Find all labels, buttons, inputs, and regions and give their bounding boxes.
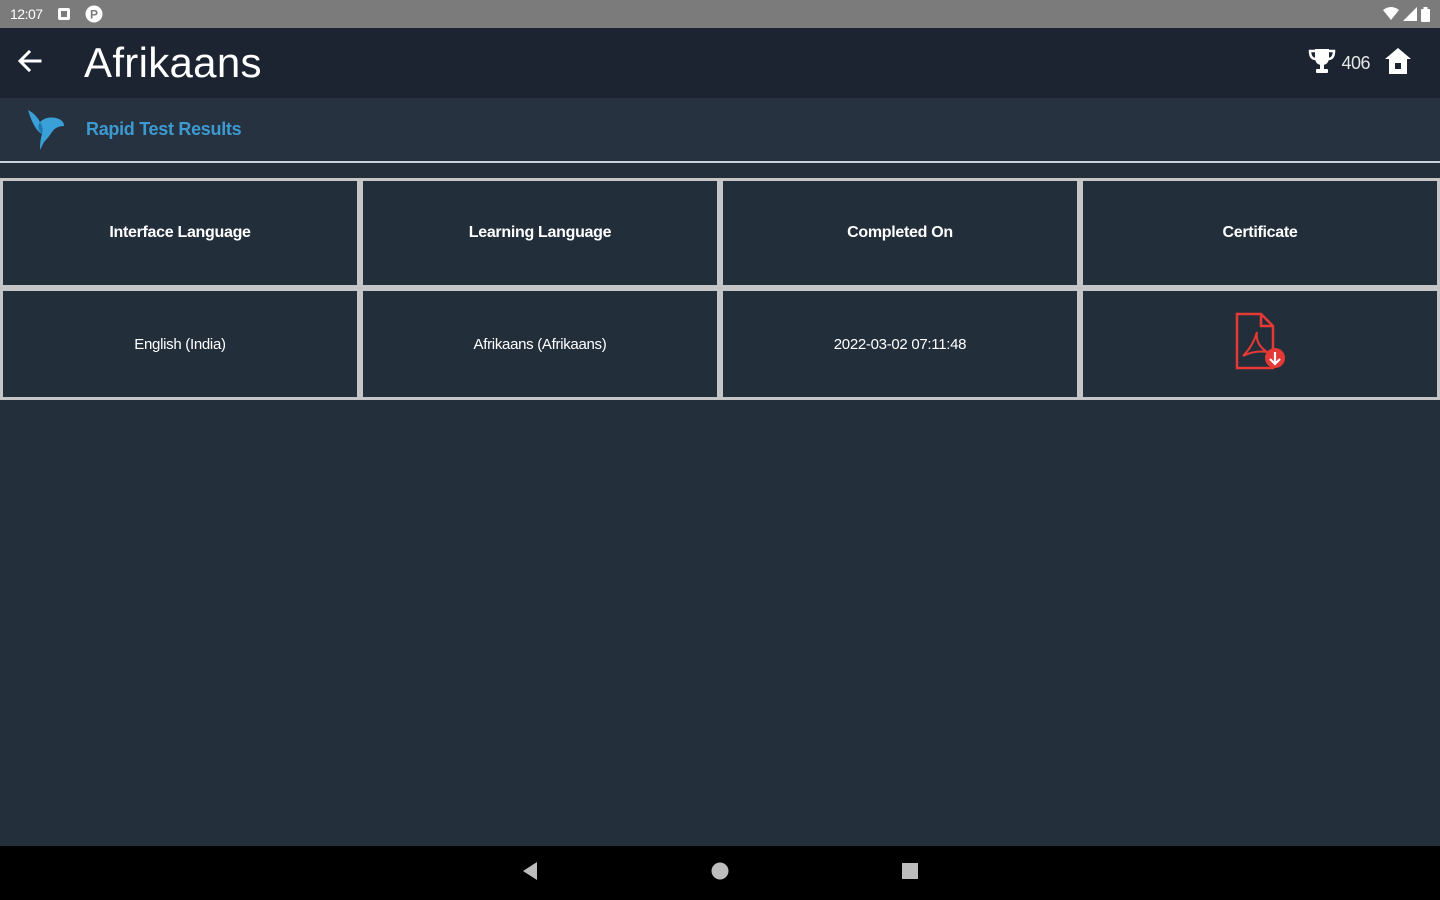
trophy-icon <box>1307 47 1337 80</box>
table-header-interface-language: Interface Language <box>3 181 357 285</box>
nav-home-icon <box>710 861 730 886</box>
section-header: Rapid Test Results <box>0 98 1440 160</box>
table-header-completed-on: Completed On <box>723 181 1077 285</box>
nav-recents-icon <box>901 862 919 885</box>
table-cell-interface-language: English (India) <box>3 291 357 397</box>
home-button[interactable] <box>1380 45 1416 81</box>
pdf-download-icon <box>1233 312 1287 376</box>
table-cell-certificate <box>1083 291 1437 397</box>
svg-text:P: P <box>90 8 98 22</box>
nav-home-button[interactable] <box>700 853 740 893</box>
app-bar: Afrikaans 406 <box>0 28 1440 98</box>
nav-back-button[interactable] <box>510 853 550 893</box>
back-arrow-icon <box>16 47 44 80</box>
status-bar: 12:07 P <box>0 0 1440 28</box>
section-title: Rapid Test Results <box>86 118 242 139</box>
battery-icon <box>1421 6 1430 22</box>
score-value: 406 <box>1341 52 1370 73</box>
section-divider <box>0 161 1440 163</box>
nav-back-icon <box>521 861 539 886</box>
table-cell-completed-on: 2022-03-02 07:11:48 <box>723 291 1077 397</box>
home-icon <box>1383 46 1413 81</box>
page-title: Afrikaans <box>84 39 262 86</box>
certificate-download-button[interactable] <box>1233 312 1287 376</box>
results-table: Interface Language Learning Language Com… <box>0 178 1440 400</box>
status-time: 12:07 <box>10 6 43 22</box>
table-header-learning-language: Learning Language <box>363 181 717 285</box>
signal-icon <box>1403 7 1417 21</box>
table-header-certificate: Certificate <box>1083 181 1437 285</box>
score-button[interactable]: 406 <box>1307 47 1370 80</box>
bird-logo-icon <box>26 106 66 152</box>
navigation-bar <box>0 846 1440 900</box>
notification-square-icon <box>57 7 71 21</box>
status-left: 12:07 P <box>10 5 103 23</box>
status-right <box>1383 6 1430 22</box>
table-cell-learning-language: Afrikaans (Afrikaans) <box>363 291 717 397</box>
wifi-icon <box>1383 7 1399 21</box>
app-p-icon: P <box>85 5 103 23</box>
back-button[interactable] <box>0 28 60 98</box>
nav-recents-button[interactable] <box>890 853 930 893</box>
app-actions: 406 <box>1307 45 1440 81</box>
